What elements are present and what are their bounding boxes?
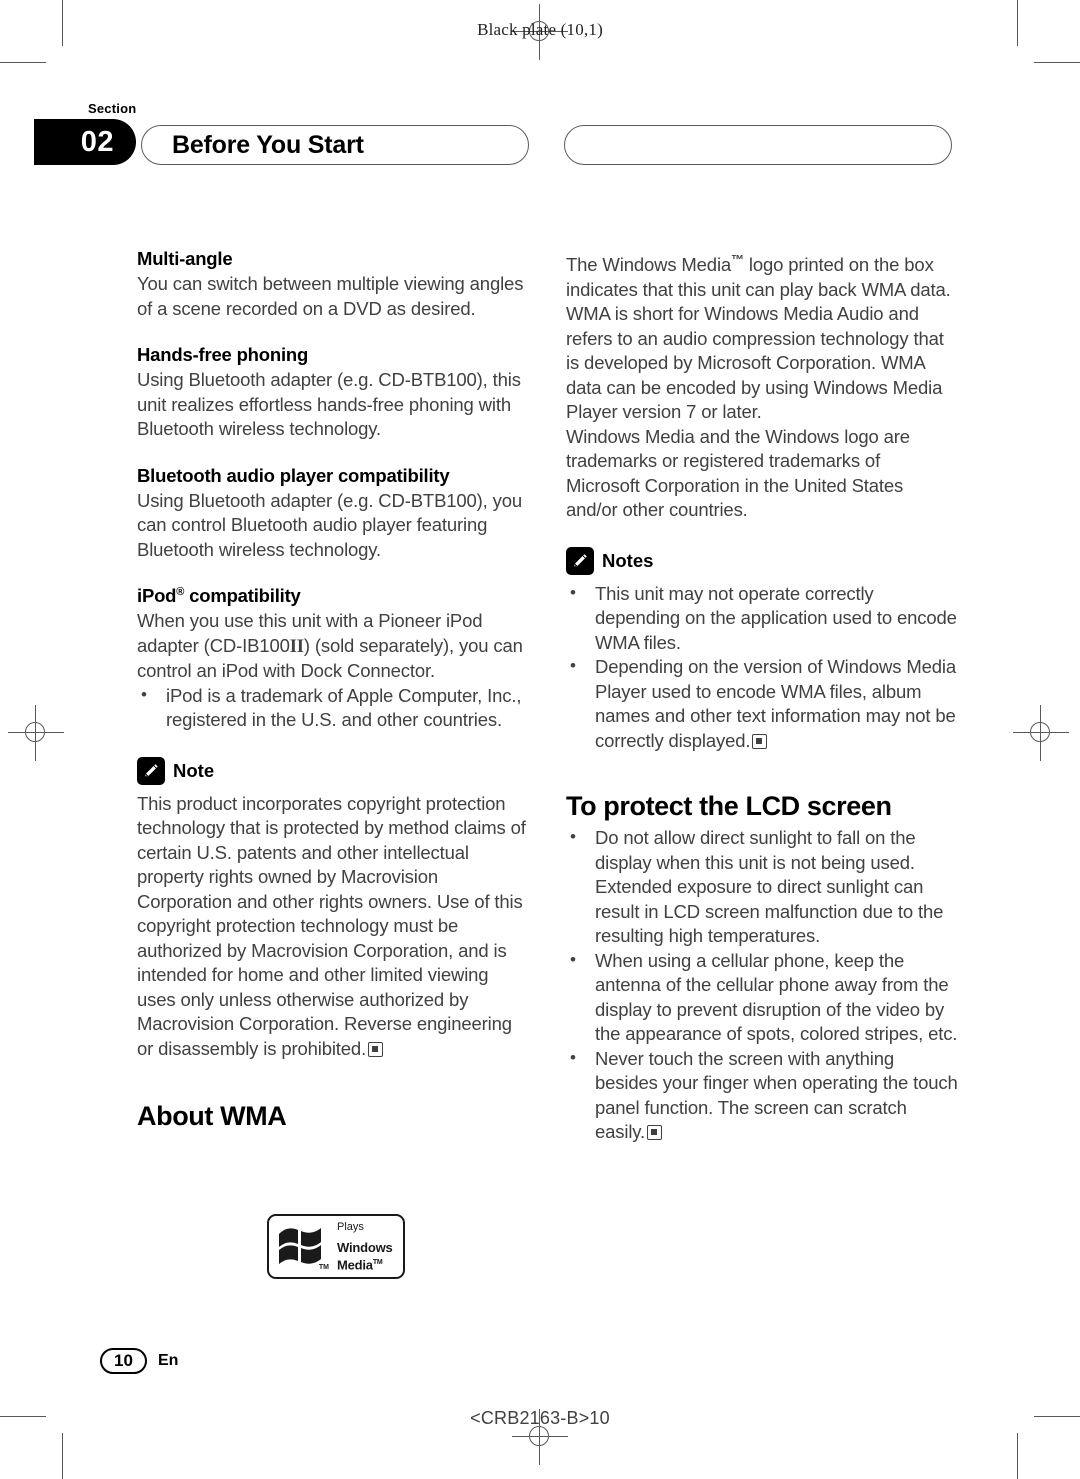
right-column: The Windows Media™ logo printed on the b…	[566, 248, 958, 1145]
windows-media-logo-text: Plays Windows MediaTM	[331, 1216, 403, 1277]
chapter-title-pill: Before You Start	[141, 125, 529, 165]
list-item-text: Depending on the version of Windows Medi…	[595, 656, 956, 751]
list-item: Do not allow direct sunlight to fall on …	[566, 825, 958, 949]
list-item: This unit may not operate correctly depe…	[566, 581, 958, 656]
document-code: <CRB2163-B>10	[470, 1408, 610, 1428]
notes-label: Notes	[602, 549, 654, 571]
logo-plays-label: Plays	[337, 1220, 364, 1233]
page-title: Before You Start	[172, 130, 364, 159]
section-word-label: Section	[88, 101, 137, 116]
plate-label: Black plate (10,1)	[477, 20, 603, 39]
crop-mark-bottom-left-vertical	[62, 1433, 63, 1479]
text-ipod-roman-numeral: II	[289, 636, 304, 657]
text-intro-part1: The Windows Media	[566, 254, 732, 276]
registration-mark-circle	[1030, 722, 1050, 742]
crop-mark-top-left-horizontal	[0, 62, 46, 63]
text-windows-media-logo-intro: The Windows Media™ logo printed on the b…	[566, 248, 958, 302]
crop-mark-top-right-horizontal	[1034, 62, 1080, 63]
heading-hands-free-phoning: Hands-free phoning	[137, 344, 309, 365]
text-wma-definition: WMA is short for Windows Media Audio and…	[566, 303, 944, 423]
list-item: Never touch the screen with anything bes…	[566, 1046, 958, 1145]
heading-ipod-compatibility: iPod® compatibility	[137, 585, 529, 607]
trademark-icon: ™	[731, 252, 744, 267]
text-hands-free-phoning: Using Bluetooth adapter (e.g. CD-BTB100)…	[137, 369, 521, 439]
text-macrovision-note: This product incorporates copyright prot…	[137, 792, 529, 1062]
notes-header-right: Notes	[566, 546, 958, 575]
left-column: Multi-angle You can switch between multi…	[137, 248, 529, 1136]
logo-media-word: Media	[337, 1257, 373, 1273]
chapter-title-pill-right-empty	[564, 125, 952, 165]
text-bluetooth-audio-player-compatibility: Using Bluetooth adapter (e.g. CD-BTB100)…	[137, 489, 523, 560]
heading-to-protect-the-lcd-screen: To protect the LCD screen	[566, 791, 892, 822]
text-macrovision-note-body: This product incorporates copyright prot…	[137, 792, 526, 1059]
heading-about-wma: About WMA	[137, 1101, 287, 1131]
list-wma-notes: This unit may not operate correctly depe…	[566, 581, 958, 754]
crop-mark-bottom-right-vertical	[1017, 1433, 1018, 1479]
windows-flag-icon: TM	[269, 1216, 331, 1277]
text-ipod-compatibility: When you use this unit with a Pioneer iP…	[137, 609, 529, 684]
logo-media-trademark: TM	[372, 1258, 383, 1266]
flag-trademark-label: TM	[318, 1264, 329, 1271]
page-number-badge: 10	[100, 1348, 147, 1374]
registration-mark-circle	[25, 722, 45, 742]
pencil-icon	[566, 546, 594, 575]
list-item: When using a cellular phone, keep the an…	[566, 948, 958, 1047]
end-of-section-marker-icon	[368, 1041, 384, 1057]
registration-mark-circle	[529, 1426, 549, 1446]
note-label: Note	[173, 759, 215, 781]
heading-ipod-suffix: compatibility	[184, 585, 301, 606]
registered-mark-icon: ®	[176, 585, 185, 598]
end-of-section-marker-icon	[647, 1125, 663, 1141]
heading-bluetooth-audio-player-compatibility: Bluetooth audio player compatibility	[137, 464, 450, 486]
heading-multi-angle: Multi-angle	[137, 248, 233, 269]
text-multi-angle: You can switch between multiple viewing …	[137, 273, 524, 319]
text-microsoft-trademarks: Windows Media and the Windows logo are t…	[566, 425, 910, 521]
page-language-label: En	[158, 1352, 179, 1369]
end-of-section-marker-icon	[752, 733, 768, 749]
windows-media-logo: TM Plays Windows MediaTM	[267, 1214, 405, 1279]
logo-media-label: MediaTM	[337, 1255, 399, 1272]
note-header-left: Note	[137, 756, 529, 785]
heading-ipod-word: iPod	[137, 585, 177, 606]
pencil-icon	[137, 756, 165, 785]
section-number-badge: 02	[34, 119, 136, 165]
registration-mark-left	[8, 705, 64, 761]
list-lcd-protection: Do not allow direct sunlight to fall on …	[566, 825, 958, 1145]
list-item: Depending on the version of Windows Medi…	[566, 654, 958, 753]
logo-windows-label: Windows	[337, 1239, 393, 1255]
list-ipod-trademark: iPod is a trademark of Apple Computer, I…	[137, 683, 529, 733]
registration-mark-right	[1013, 705, 1069, 761]
list-item: iPod is a trademark of Apple Computer, I…	[137, 683, 529, 733]
